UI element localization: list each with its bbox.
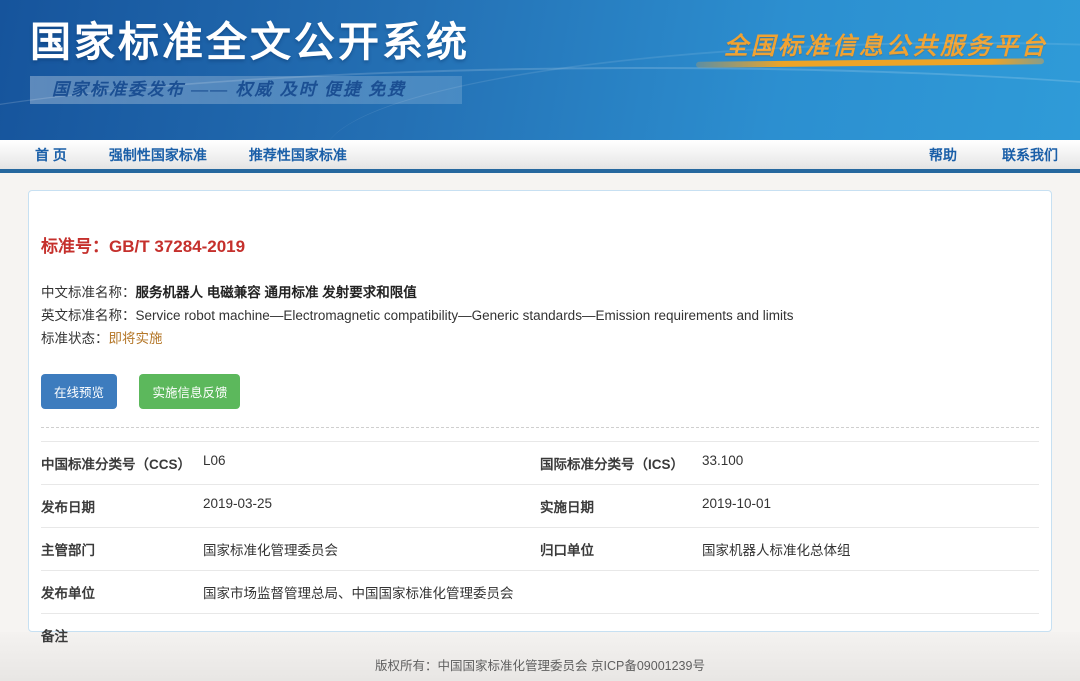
centralized-unit-value: 国家机器人标准化总体组 — [702, 539, 851, 559]
nav-item-help[interactable]: 帮助 — [929, 145, 957, 165]
publish-unit-value: 国家市场监督管理总局、中国国家标准化管理委员会 — [203, 582, 514, 602]
site-title: 国家标准全文公开系统 — [30, 8, 470, 68]
status-label: 标准状态： — [41, 331, 109, 346]
online-preview-button[interactable]: 在线预览 — [41, 374, 117, 409]
implement-date-value: 2019-10-01 — [702, 496, 771, 516]
english-name-label: 英文标准名称： — [41, 308, 136, 323]
chinese-name-line: 中文标准名称：服务机器人 电磁兼容 通用标准 发射要求和限值 — [41, 281, 1039, 304]
nav-item-recommended-standards[interactable]: 推荐性国家标准 — [249, 145, 347, 165]
standard-number-value: GB/T 37284-2019 — [109, 237, 245, 256]
nav-item-mandatory-standards[interactable]: 强制性国家标准 — [109, 145, 207, 165]
remark-label: 备注 — [41, 625, 203, 645]
competent-dept-label: 主管部门 — [41, 539, 203, 559]
standard-number-line: 标准号：GB/T 37284-2019 — [41, 232, 1039, 257]
competent-dept-value: 国家标准化管理委员会 — [203, 539, 338, 559]
ccs-label: 中国标准分类号（CCS） — [41, 453, 203, 473]
site-subtitle-banner: 国家标准委发布 —— 权威 及时 便捷 免费 — [30, 76, 462, 104]
site-header: 国家标准全文公开系统 国家标准委发布 —— 权威 及时 便捷 免费 全国标准信息… — [0, 0, 1080, 140]
chinese-name-value: 服务机器人 电磁兼容 通用标准 发射要求和限值 — [136, 285, 417, 300]
table-row: 发布日期 2019-03-25 实施日期 2019-10-01 — [41, 484, 1039, 527]
action-buttons: 在线预览 实施信息反馈 — [41, 374, 1039, 409]
implementation-feedback-button[interactable]: 实施信息反馈 — [139, 374, 240, 409]
implement-date-label: 实施日期 — [540, 496, 702, 516]
chinese-name-label: 中文标准名称： — [41, 285, 136, 300]
english-name-line: 英文标准名称：Service robot machine—Electromagn… — [41, 304, 1039, 327]
ics-label: 国际标准分类号（ICS） — [540, 453, 702, 473]
status-value: 即将实施 — [109, 331, 163, 346]
copyright-text: 版权所有：中国国家标准化管理委员会 京ICP备09001239号 — [375, 659, 705, 673]
status-line: 标准状态：即将实施 — [41, 327, 1039, 350]
table-row: 发布单位 国家市场监督管理总局、中国国家标准化管理委员会 — [41, 570, 1039, 613]
publish-unit-label: 发布单位 — [41, 582, 203, 602]
table-row: 主管部门 国家标准化管理委员会 归口单位 国家机器人标准化总体组 — [41, 527, 1039, 570]
table-row: 中国标准分类号（CCS） L06 国际标准分类号（ICS） 33.100 — [41, 441, 1039, 484]
nav-item-contact-us[interactable]: 联系我们 — [1002, 145, 1058, 165]
standard-number-label: 标准号： — [41, 237, 109, 256]
standard-detail-card: 标准号：GB/T 37284-2019 中文标准名称：服务机器人 电磁兼容 通用… — [28, 190, 1052, 632]
nav-left-group: 首 页 强制性国家标准 推荐性国家标准 — [0, 145, 347, 165]
nav-right-group: 帮助 联系我们 — [929, 145, 1080, 165]
dashed-divider — [41, 427, 1039, 428]
nav-item-home[interactable]: 首 页 — [35, 145, 67, 165]
platform-slogan: 全国标准信息公共服务平台 — [724, 26, 1048, 61]
publish-date-label: 发布日期 — [41, 496, 203, 516]
page: 国家标准全文公开系统 国家标准委发布 —— 权威 及时 便捷 免费 全国标准信息… — [0, 0, 1080, 681]
english-name-value: Service robot machine—Electromagnetic co… — [136, 308, 794, 323]
slogan-underline — [696, 58, 1044, 68]
standard-attributes-table: 中国标准分类号（CCS） L06 国际标准分类号（ICS） 33.100 发布日… — [41, 441, 1039, 656]
main-nav: 首 页 强制性国家标准 推荐性国家标准 帮助 联系我们 — [0, 140, 1080, 173]
centralized-unit-label: 归口单位 — [540, 539, 702, 559]
main-content: 标准号：GB/T 37284-2019 中文标准名称：服务机器人 电磁兼容 通用… — [0, 173, 1080, 632]
publish-date-value: 2019-03-25 — [203, 496, 272, 516]
ics-value: 33.100 — [702, 453, 743, 473]
ccs-value: L06 — [203, 453, 226, 473]
